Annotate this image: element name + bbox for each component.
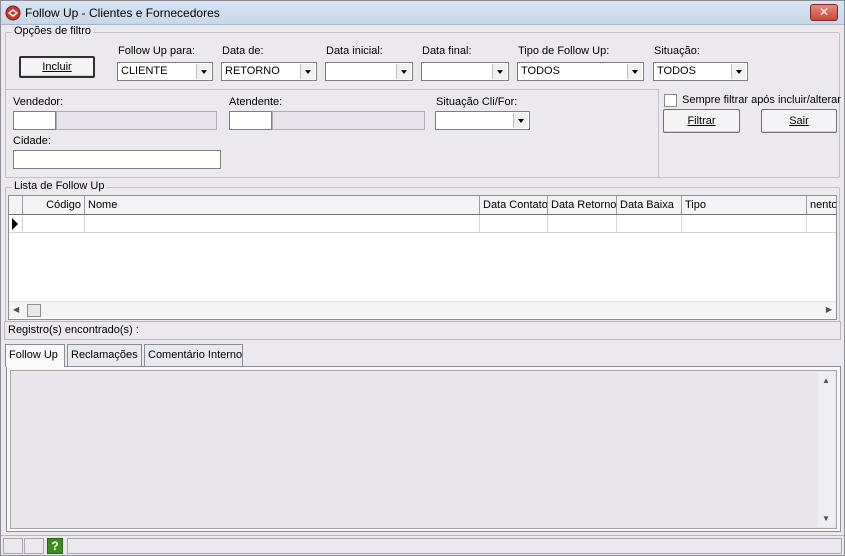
- situacao-select[interactable]: TODOS: [653, 62, 748, 81]
- close-button[interactable]: ✕: [810, 4, 838, 21]
- incluir-label: Incluir: [42, 61, 72, 73]
- followup-memo[interactable]: ▲ ▼: [10, 370, 837, 529]
- status-panel: [67, 538, 842, 554]
- main-window: Follow Up - Clientes e Fornecedores ✕ Op…: [0, 0, 845, 556]
- scroll-thumb[interactable]: [27, 304, 41, 317]
- chevron-down-icon[interactable]: [513, 113, 528, 128]
- incluir-button[interactable]: Incluir: [19, 56, 95, 78]
- status-panel: [3, 538, 23, 554]
- table-row[interactable]: [9, 215, 836, 233]
- situacao-cli-select[interactable]: [435, 111, 530, 130]
- filter-legend: Opções de filtro: [12, 25, 94, 37]
- data-de-label: Data de:: [222, 45, 264, 57]
- row-pointer-icon: [12, 218, 18, 230]
- cidade-label: Cidade:: [13, 135, 51, 147]
- atendente-code-input[interactable]: [229, 111, 272, 130]
- tab-panel: ▲ ▼: [6, 366, 841, 532]
- filter-separator: [6, 89, 658, 90]
- tab-comentario-interno[interactable]: Comentário Interno: [144, 344, 243, 366]
- tab-reclamacoes[interactable]: Reclamações: [67, 344, 142, 366]
- data-inicial-label: Data inicial:: [326, 45, 383, 57]
- table-cell[interactable]: [85, 215, 480, 233]
- title-bar: Follow Up - Clientes e Fornecedores ✕: [1, 1, 844, 25]
- scroll-right-icon[interactable]: ▶: [826, 305, 832, 314]
- followup-grid[interactable]: Código Nome Data Contato Data Retorno Da…: [8, 195, 837, 320]
- filtrar-button[interactable]: Filtrar: [663, 109, 740, 133]
- cidade-input[interactable]: [13, 150, 221, 169]
- data-inicial-picker[interactable]: [325, 62, 413, 81]
- column-header-tipo[interactable]: Tipo: [682, 196, 807, 214]
- vendedor-label: Vendedor:: [13, 96, 64, 108]
- column-header-data-retorno[interactable]: Data Retorno: [548, 196, 617, 214]
- column-header-data-contato[interactable]: Data Contato: [480, 196, 548, 214]
- data-final-label: Data final:: [422, 45, 472, 57]
- chevron-down-icon[interactable]: [627, 64, 642, 79]
- table-cell[interactable]: [807, 215, 836, 233]
- records-status-bar: Registro(s) encontrado(s) :: [4, 321, 841, 340]
- row-indicator: [9, 215, 23, 233]
- filtrar-label: Filtrar: [687, 115, 716, 127]
- sempre-filtrar-checkbox[interactable]: [664, 94, 677, 107]
- vendedor-name-field: [56, 111, 217, 130]
- tipo-followup-value: TODOS: [521, 65, 560, 77]
- tab-follow-up[interactable]: Follow Up: [5, 344, 65, 367]
- scroll-left-icon[interactable]: ◀: [13, 305, 19, 314]
- situacao-cli-label: Situação Cli/For:: [436, 96, 518, 108]
- tipo-followup-select[interactable]: TODOS: [517, 62, 644, 81]
- tipo-followup-label: Tipo de Follow Up:: [518, 45, 610, 57]
- chevron-down-icon[interactable]: [196, 64, 211, 79]
- scroll-up-icon[interactable]: ▲: [822, 376, 830, 385]
- situacao-label: Situação:: [654, 45, 700, 57]
- table-cell[interactable]: [617, 215, 682, 233]
- records-found-label: Registro(s) encontrado(s) :: [8, 324, 139, 336]
- sair-label: Sair: [789, 115, 809, 127]
- vendedor-code-input[interactable]: [13, 111, 56, 130]
- app-logo-icon: [5, 5, 21, 21]
- situacao-value: TODOS: [657, 65, 696, 77]
- chevron-down-icon[interactable]: [300, 64, 315, 79]
- table-cell[interactable]: [23, 215, 85, 233]
- chevron-down-icon[interactable]: [396, 64, 411, 79]
- window-title: Follow Up - Clientes e Fornecedores: [25, 6, 220, 20]
- atendente-name-field: [272, 111, 425, 130]
- table-cell[interactable]: [682, 215, 807, 233]
- status-panel: [24, 538, 44, 554]
- followup-para-label: Follow Up para:: [118, 45, 196, 57]
- followup-para-select[interactable]: CLIENTE: [117, 62, 213, 81]
- data-de-value: RETORNO: [225, 65, 280, 77]
- scroll-down-icon[interactable]: ▼: [822, 514, 830, 523]
- followup-para-value: CLIENTE: [121, 65, 168, 77]
- filter-vseparator: [658, 89, 659, 177]
- vertical-scrollbar[interactable]: ▲ ▼: [818, 372, 835, 527]
- data-de-select[interactable]: RETORNO: [221, 62, 317, 81]
- chevron-down-icon[interactable]: [731, 64, 746, 79]
- horizontal-scrollbar[interactable]: ◀ ▶: [9, 301, 836, 318]
- column-header-nome[interactable]: Nome: [85, 196, 480, 214]
- atendente-label: Atendente:: [229, 96, 283, 108]
- column-header-codigo[interactable]: Código: [23, 196, 85, 214]
- help-icon[interactable]: ?: [47, 538, 63, 554]
- indicator-column-header: [9, 196, 23, 214]
- chevron-down-icon[interactable]: [492, 64, 507, 79]
- table-cell[interactable]: [480, 215, 548, 233]
- list-legend: Lista de Follow Up: [12, 180, 107, 192]
- column-header-atendimento[interactable]: nento: [807, 196, 836, 214]
- bottom-status-bar: ?: [1, 535, 844, 555]
- data-final-picker[interactable]: [421, 62, 509, 81]
- sempre-filtrar-label: Sempre filtrar após incluir/alterar: [682, 94, 841, 106]
- column-header-data-baixa[interactable]: Data Baixa: [617, 196, 682, 214]
- grid-header: Código Nome Data Contato Data Retorno Da…: [9, 196, 836, 215]
- sair-button[interactable]: Sair: [761, 109, 837, 133]
- table-cell[interactable]: [548, 215, 617, 233]
